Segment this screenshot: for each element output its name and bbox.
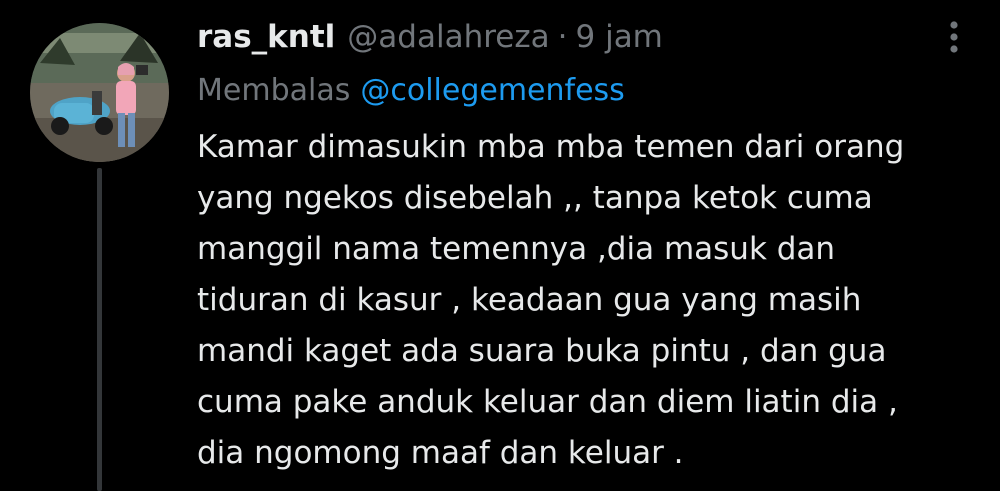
display-name[interactable]: ras_kntl	[197, 19, 335, 55]
tweet-text-line: tiduran di kasur , keadaan gua yang masi…	[197, 282, 862, 318]
tweet-text-line: cuma pake anduk keluar dan diem liatin d…	[197, 384, 898, 420]
avatar[interactable]	[30, 23, 169, 162]
more-options-button[interactable]	[942, 20, 966, 54]
replying-label: Membalas	[197, 72, 351, 108]
replying-to-link[interactable]: @collegemenfess	[360, 73, 624, 108]
user-handle[interactable]: @adalahreza	[347, 19, 549, 55]
more-vertical-icon	[950, 21, 958, 53]
tweet-text-line: manggil nama temennya ,dia masuk dan	[197, 231, 836, 267]
thread-connector-line	[97, 168, 102, 491]
tweet-text-line: yang ngekos disebelah ,, tanpa ketok cum…	[197, 180, 873, 216]
tweet-text: Kamar dimasukin mba mba temen dari orang…	[197, 122, 987, 479]
tweet-text-line: Kamar dimasukin mba mba temen dari orang	[197, 129, 905, 165]
separator-dot: ·	[557, 19, 568, 55]
avatar-image	[30, 23, 169, 162]
tweet-text-line: dia ngomong maaf dan keluar .	[197, 435, 684, 471]
replying-to: Membalas @collegemenfess	[197, 68, 625, 112]
tweet[interactable]: ras_kntl @adalahreza · 9 jam Membalas @c…	[0, 0, 1000, 491]
tweet-timestamp[interactable]: 9 jam	[576, 19, 663, 55]
tweet-header: ras_kntl @adalahreza · 9 jam	[197, 14, 663, 60]
tweet-text-line: mandi kaget ada suara buka pintu , dan g…	[197, 333, 887, 369]
